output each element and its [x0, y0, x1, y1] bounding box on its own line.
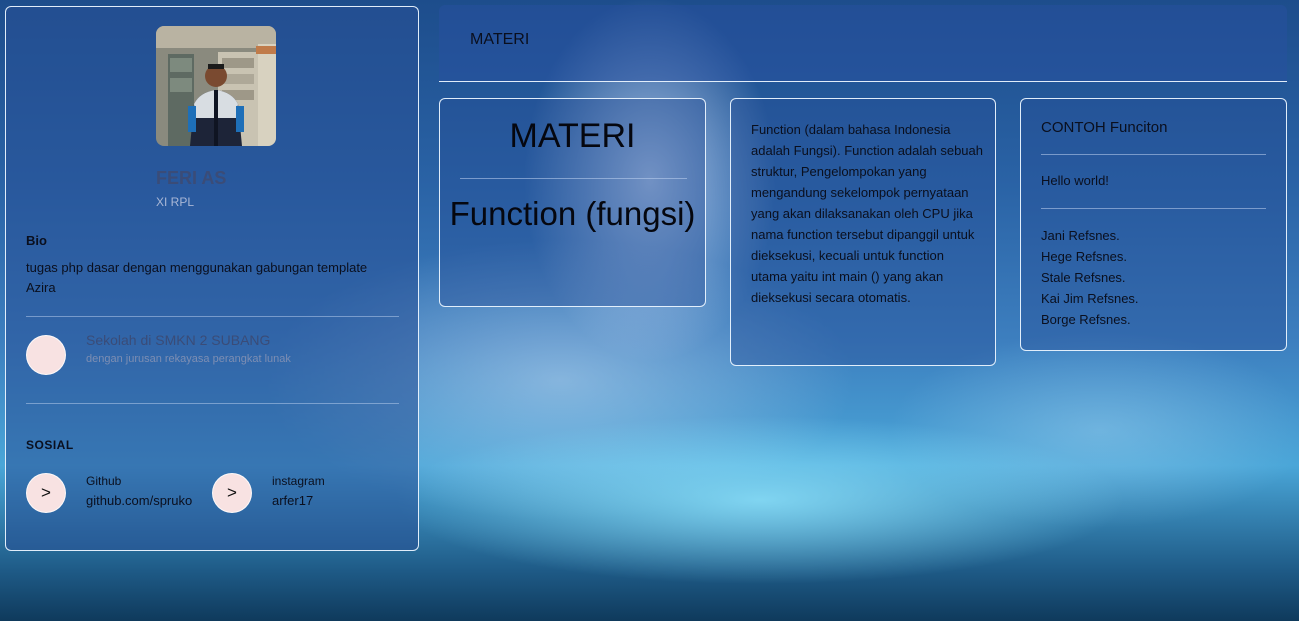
- description-card: Function (dalam bahasa Indonesia adalah …: [730, 98, 996, 366]
- example-hello: Hello world!: [1041, 173, 1109, 188]
- github-link-icon[interactable]: >: [26, 473, 66, 513]
- example-title: CONTOH Funciton: [1041, 119, 1168, 136]
- list-item: Jani Refsnes.: [1041, 228, 1120, 243]
- school-subtitle: dengan jurusan rekayasa perangkat lunak: [86, 353, 291, 365]
- profile-name: FERI AS: [156, 168, 227, 188]
- list-item: Borge Refsnes.: [1041, 312, 1131, 327]
- school-title: Sekolah di SMKN 2 SUBANG: [86, 332, 271, 348]
- divider: [1041, 208, 1266, 209]
- profile-class: XI RPL: [156, 195, 195, 209]
- example-card: CONTOH Funciton Hello world! Jani Refsne…: [1020, 98, 1287, 351]
- divider: [26, 316, 399, 317]
- materi-card: MATERI Function (fungsi): [439, 98, 706, 307]
- divider: [460, 178, 687, 179]
- bio-heading: Bio: [26, 233, 47, 248]
- social-heading: SOSIAL: [26, 438, 74, 452]
- profile-card: FERI AS XI RPL Bio tugas php dasar denga…: [5, 6, 419, 551]
- instagram-link-icon[interactable]: >: [212, 473, 252, 513]
- list-item: Stale Refsnes.: [1041, 270, 1126, 285]
- school-icon: [26, 335, 66, 375]
- divider: [26, 403, 399, 404]
- bio-text: tugas php dasar dengan menggunakan gabun…: [26, 260, 368, 295]
- top-bar: MATERI: [439, 5, 1287, 82]
- divider: [1041, 154, 1266, 155]
- top-bar-title: MATERI: [470, 31, 530, 48]
- list-item: Kai Jim Refsnes.: [1041, 291, 1139, 306]
- description-text: Function (dalam bahasa Indonesia adalah …: [751, 122, 983, 305]
- example-name-list: Jani Refsnes. Hege Refsnes. Stale Refsne…: [1041, 225, 1139, 330]
- instagram-link[interactable]: arfer17: [272, 493, 313, 508]
- instagram-label: instagram: [272, 474, 325, 488]
- github-label: Github: [86, 474, 122, 488]
- materi-subheading: Function (fungsi): [449, 195, 696, 232]
- profile-photo: [156, 26, 276, 146]
- materi-heading: MATERI: [509, 117, 636, 155]
- github-link[interactable]: github.com/spruko: [86, 493, 192, 508]
- list-item: Hege Refsnes.: [1041, 249, 1127, 264]
